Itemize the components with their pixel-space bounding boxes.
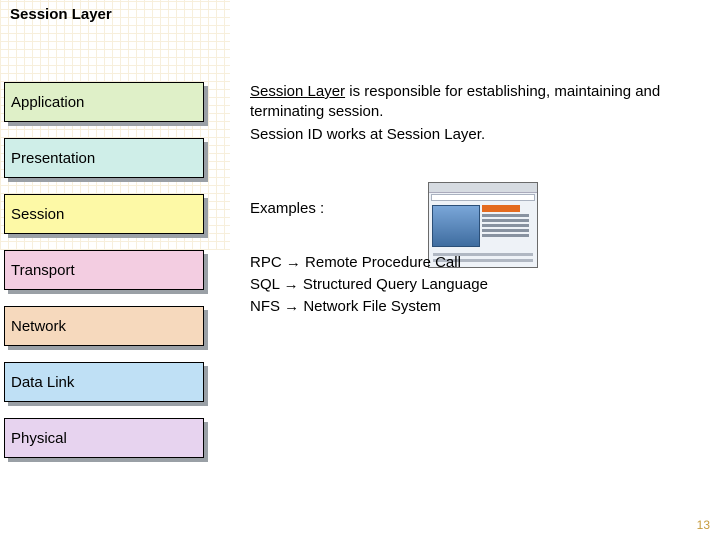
slide: Session Layer Application Presentation S… (0, 0, 720, 540)
example-item: SQL → Structured Query Language (250, 274, 488, 296)
layer-label: Data Link (11, 374, 74, 391)
layer-application: Application (4, 82, 214, 122)
layer-label: Session (11, 206, 64, 223)
layer-label: Network (11, 318, 66, 335)
example-full: Remote Procedure Call (305, 254, 461, 271)
example-abbr: RPC (250, 254, 282, 271)
example-full: Structured Query Language (303, 276, 488, 293)
layer-label: Physical (11, 430, 67, 447)
layer-label: Transport (11, 262, 75, 279)
layer-label: Application (11, 94, 84, 111)
examples-heading: Examples : (250, 200, 324, 217)
layer-physical: Physical (4, 418, 214, 458)
example-full: Network File System (303, 298, 441, 315)
example-item: NFS → Network File System (250, 296, 488, 318)
page-number: 13 (697, 518, 710, 532)
example-item: RPC → Remote Procedure Call (250, 252, 488, 274)
slide-title: Session Layer (10, 6, 112, 23)
example-abbr: SQL (250, 276, 279, 293)
description-subject: Session Layer (250, 83, 345, 100)
layer-label: Presentation (11, 150, 95, 167)
layer-transport: Transport (4, 250, 214, 290)
layer-session: Session (4, 194, 214, 234)
layer-network: Network (4, 306, 214, 346)
arrow-icon: → (286, 254, 301, 271)
osi-layer-stack: Application Presentation Session Transpo… (4, 82, 214, 474)
examples-list: RPC → Remote Procedure Call SQL → Struct… (250, 252, 488, 317)
arrow-icon: → (284, 276, 299, 293)
example-abbr: NFS (250, 298, 280, 315)
arrow-icon: → (284, 298, 299, 315)
description-line2: Session ID works at Session Layer. (250, 125, 690, 145)
layer-data-link: Data Link (4, 362, 214, 402)
layer-presentation: Presentation (4, 138, 214, 178)
description: Session Layer is responsible for establi… (250, 82, 690, 147)
